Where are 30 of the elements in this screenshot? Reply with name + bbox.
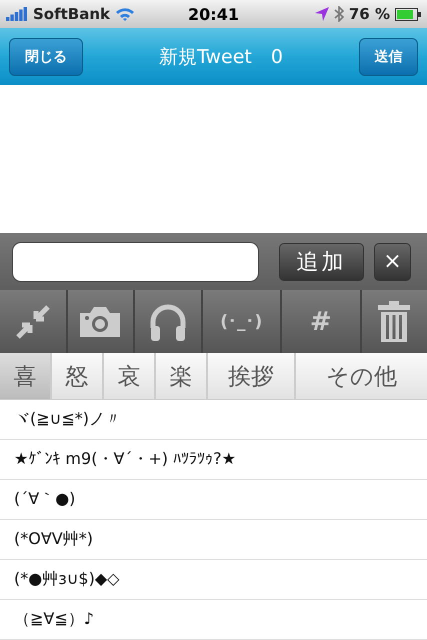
input-field[interactable] [12,242,259,282]
nav-title: 新規Tweet 0 [159,44,283,70]
add-button[interactable]: 追加 [279,242,364,280]
carrier-name: SoftBank [33,5,110,23]
category-tab[interactable]: 怒 [52,353,104,399]
kaomoji-item[interactable]: （≧∀≦）♪ [0,600,427,640]
clock-time: 20:41 [188,5,239,24]
category-tab[interactable]: その他 [296,353,427,399]
bluetooth-icon [334,6,344,22]
kaomoji-item[interactable]: (*O∀V艸*) [0,520,427,560]
kaomoji-item[interactable]: (´∀｀●) [0,480,427,520]
camera-icon [78,304,122,338]
headphones-icon [148,302,188,342]
kaomoji-item[interactable]: ★ｹﾞﾝｷ m9(・∀´・+) ﾊﾂﾗﾂｩ?★ [0,440,427,480]
location-arrow-icon [314,7,329,21]
wifi-icon [115,7,136,21]
kaomoji-item[interactable]: (*●艸ɜ∪$)◆◇ [0,560,427,600]
kaomoji-item[interactable]: ヾ(≧∪≦*)ノ〃 [0,400,427,440]
battery-icon [395,8,421,20]
close-button[interactable]: 閉じる [9,38,83,76]
signal-icon [6,7,28,21]
category-tab[interactable]: 挨拶 [208,353,296,399]
trash-icon [377,300,412,342]
category-tab[interactable]: 喜 [0,353,52,399]
category-tab[interactable]: 哀 [104,353,156,399]
send-button[interactable]: 送信 [358,38,418,76]
category-tab[interactable]: 楽 [156,353,208,399]
shrink-arrows-icon [16,304,50,338]
clear-button[interactable]: × [374,242,411,280]
battery-percent: 76 % [348,5,390,23]
